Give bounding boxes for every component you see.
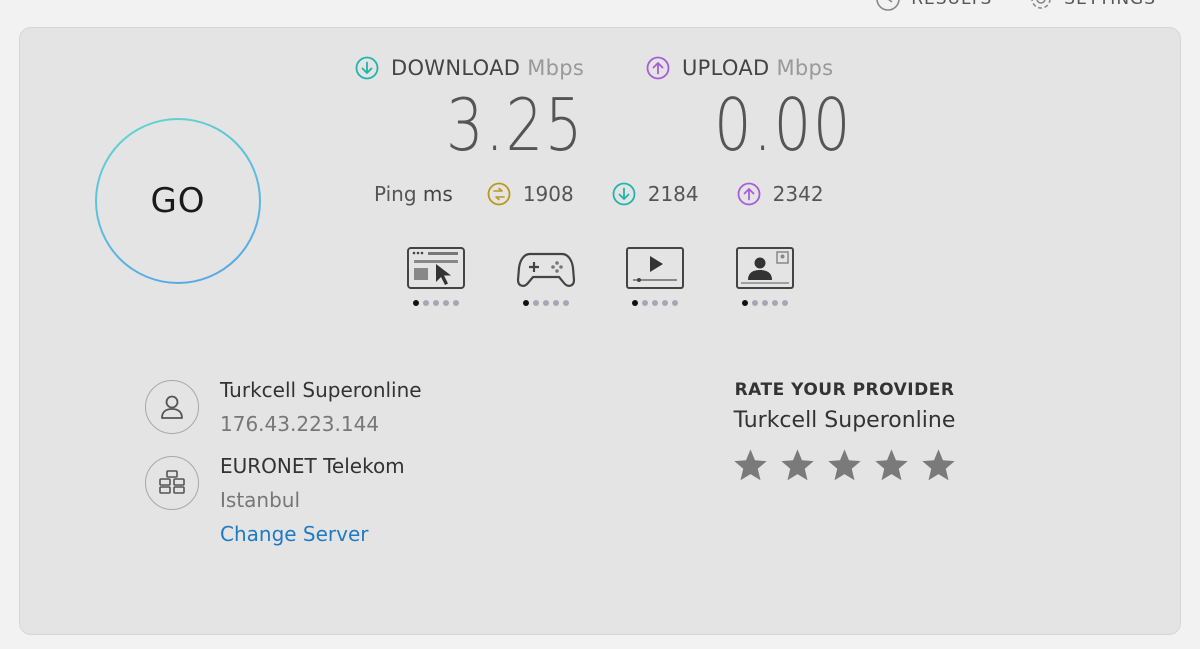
star-icon[interactable] (920, 447, 957, 484)
top-nav: RESULTS SETTINGS (875, 0, 1156, 12)
upload-unit: Mbps (776, 56, 834, 80)
level-dot (782, 300, 788, 306)
rate-provider: RATE YOUR PROVIDER Turkcell Superonline (712, 380, 977, 484)
ping-idle-value: 1908 (522, 182, 574, 206)
download-unit: Mbps (527, 56, 585, 80)
star-icon[interactable] (779, 447, 816, 484)
star-icon[interactable] (826, 447, 863, 484)
download-header: DOWNLOAD Mbps (355, 56, 584, 80)
results-icon (876, 0, 900, 11)
upload-value: 0.00 (714, 83, 853, 167)
change-server-link[interactable]: Change Server (220, 520, 405, 548)
level-dot (563, 300, 569, 306)
video-call-icon (736, 247, 794, 289)
upload-latency-icon (737, 182, 761, 206)
server-name: EURONET Telekom (220, 454, 405, 478)
level-dot (543, 300, 549, 306)
server-icon (159, 470, 185, 494)
ping-upload-value: 2342 (772, 182, 824, 206)
browsing-icon (407, 247, 465, 289)
activity-video-call (735, 246, 795, 306)
level-dot (453, 300, 459, 306)
level-dot (433, 300, 439, 306)
server-info: EURONET Telekom Istanbul Change Server (145, 452, 405, 548)
level-dot (553, 300, 559, 306)
provider-name: Turkcell Superonline (220, 378, 422, 402)
streaming-icon (626, 247, 684, 289)
level-dot (652, 300, 658, 306)
provider-info: Turkcell Superonline 176.43.223.144 (145, 376, 422, 438)
gear-icon (1031, 0, 1052, 9)
gaming-icon (516, 252, 576, 287)
gaming-level-dots (516, 300, 576, 306)
download-label: DOWNLOAD (391, 56, 521, 80)
activity-browsing (406, 246, 466, 306)
level-dot (752, 300, 758, 306)
upload-label: UPLOAD (682, 56, 770, 80)
level-dot (523, 300, 529, 306)
provider-avatar (145, 380, 199, 434)
ping-upload: 2342 (737, 182, 824, 206)
video-call-level-dots (735, 300, 795, 306)
level-dot (443, 300, 449, 306)
ping-download: 2184 (612, 182, 699, 206)
level-dot (662, 300, 668, 306)
level-dot (632, 300, 638, 306)
ping-download-value: 2184 (647, 182, 699, 206)
level-dot (762, 300, 768, 306)
level-dot (672, 300, 678, 306)
ping-label: Ping ms (374, 182, 453, 206)
star-icon[interactable] (873, 447, 910, 484)
level-dot (642, 300, 648, 306)
activity-gaming (516, 246, 576, 306)
level-dot (413, 300, 419, 306)
ping-idle: 1908 (487, 182, 574, 206)
results-nav[interactable]: RESULTS (875, 0, 992, 12)
upload-arrow-icon (646, 56, 670, 80)
star-icon[interactable] (732, 447, 769, 484)
settings-label: SETTINGS (1064, 0, 1156, 9)
download-value: 3.25 (446, 83, 585, 167)
star-rating (712, 447, 977, 484)
idle-latency-icon (487, 182, 511, 206)
rate-provider-name: Turkcell Superonline (733, 408, 956, 433)
rate-title: RATE YOUR PROVIDER (734, 380, 955, 400)
results-label: RESULTS (911, 0, 992, 9)
go-button[interactable]: GO (95, 118, 261, 284)
upload-header: UPLOAD Mbps (646, 56, 833, 80)
level-dot (423, 300, 429, 306)
download-latency-icon (612, 182, 636, 206)
browsing-level-dots (406, 300, 466, 306)
ping-row: Ping ms 1908 2184 2342 (374, 182, 862, 206)
download-arrow-icon (355, 56, 379, 80)
level-dot (533, 300, 539, 306)
server-location: Istanbul (220, 488, 301, 512)
provider-ip: 176.43.223.144 (220, 412, 380, 436)
settings-nav[interactable]: SETTINGS (1028, 0, 1156, 12)
streaming-level-dots (625, 300, 685, 306)
speedtest-panel: GO DOWNLOAD Mbps 3.25 UPLOAD Mbps 0.00 P… (19, 27, 1181, 635)
server-avatar (145, 456, 199, 510)
level-dot (772, 300, 778, 306)
level-dot (742, 300, 748, 306)
activity-streaming (625, 246, 685, 306)
user-icon (161, 395, 183, 419)
